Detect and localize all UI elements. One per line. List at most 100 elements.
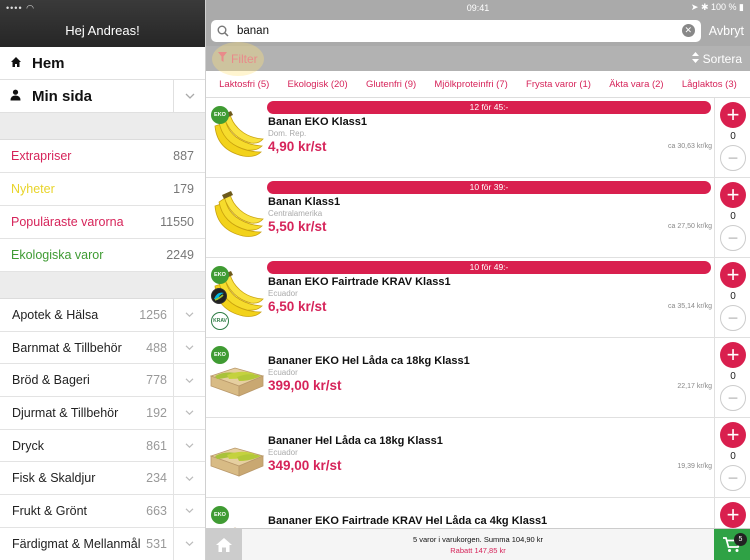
remove-from-cart-button[interactable]: − xyxy=(720,145,746,171)
promo-label: Extrapriser xyxy=(11,149,72,163)
sort-label: Sortera xyxy=(702,51,742,66)
promo-item[interactable]: Extrapriser 887 xyxy=(0,140,205,173)
home-icon xyxy=(10,56,28,71)
quantity-value: 0 xyxy=(730,451,736,462)
nav-home[interactable]: Hem xyxy=(0,47,205,80)
home-icon xyxy=(216,537,232,552)
filter-button[interactable]: Filter xyxy=(212,41,264,76)
search-bar: banan ✕ Avbryt xyxy=(206,15,750,46)
deal-banner: 10 för 39:- xyxy=(267,181,711,194)
quantity-stepper: +0 − xyxy=(714,258,750,337)
filter-chips: Laktosfri (5) Ekologisk (20) Glutenfri (9)… xyxy=(206,71,750,98)
promo-label: Nyheter xyxy=(11,182,55,196)
category-item[interactable]: Apotek & Hälsa 1256 xyxy=(0,299,205,332)
search-input[interactable]: banan ✕ xyxy=(211,19,701,42)
filter-chip[interactable]: Mjölkproteinfri (7) xyxy=(434,79,507,90)
filter-bar: Filter Sortera xyxy=(206,41,750,76)
battery-icon: ▮ xyxy=(739,2,744,12)
category-item[interactable]: Fisk & Skaldjur 234 xyxy=(0,462,205,496)
cancel-button[interactable]: Avbryt xyxy=(709,24,744,38)
chevron-down-icon[interactable] xyxy=(173,495,205,527)
remove-from-cart-button[interactable]: − xyxy=(720,305,746,331)
chevron-down-icon[interactable] xyxy=(173,364,205,397)
deal-banner: 12 för 45:- xyxy=(267,101,711,114)
add-to-cart-button[interactable]: + xyxy=(720,182,746,208)
chevron-down-icon[interactable] xyxy=(173,462,205,495)
product-compare-price: 22,17 kr/kg xyxy=(677,383,712,390)
promo-list: Extrapriser 887 Nyheter 179 Populäraste varo… xyxy=(0,140,205,272)
signal-icon: •••• ◠ xyxy=(6,3,35,13)
search-value: banan xyxy=(237,24,269,37)
filter-chip[interactable]: Glutenfri (9) xyxy=(366,79,416,90)
add-to-cart-button[interactable]: + xyxy=(720,422,746,448)
product-origin: Centralamerika xyxy=(268,209,323,218)
category-count: 663 xyxy=(146,503,167,518)
quantity-value: 0 xyxy=(730,211,736,222)
eko-badge-icon: EKO xyxy=(211,266,229,284)
location-icon: ➤ xyxy=(690,2,699,12)
add-to-cart-button[interactable]: + xyxy=(720,102,746,128)
product-image xyxy=(209,426,265,482)
home-button[interactable] xyxy=(206,528,242,560)
product-origin: Dom. Rep. xyxy=(268,129,307,138)
add-to-cart-button[interactable]: + xyxy=(720,342,746,368)
product-name: Bananer EKO Hel Låda ca 18kg Klass1 xyxy=(268,355,470,367)
user-icon xyxy=(10,89,28,104)
product-row[interactable]: 12 för 45:- EKO Banan EKO Klass1 Dom. Rep. 4… xyxy=(206,98,750,178)
deal-banner: 10 för 49:- xyxy=(267,261,711,274)
main-panel: 09:41 ➤ ✱ 100 % ▮ banan ✕ Avbryt Filter xyxy=(206,0,750,560)
product-origin: Ecuador xyxy=(268,368,298,377)
add-to-cart-button[interactable]: + xyxy=(720,262,746,288)
product-compare-price: ca 35,14 kr/kg xyxy=(668,303,712,310)
filter-chip[interactable]: Låglaktos (3) xyxy=(682,79,737,90)
product-price: 4,90 kr/st xyxy=(268,139,327,154)
add-to-cart-button[interactable]: + xyxy=(720,502,746,528)
nav-my-page[interactable]: Min sida xyxy=(0,80,205,113)
filter-chip[interactable]: Äkta vara (2) xyxy=(609,79,663,90)
sort-button[interactable]: Sortera xyxy=(691,51,742,66)
product-row[interactable]: EKO Bananer EKO Hel Låda ca 18kg Klass1 Ec… xyxy=(206,338,750,418)
bottom-bar: 5 varor i varukorgen. Summa 104,90 kr Ra… xyxy=(206,528,750,560)
product-row[interactable]: EKO Bananer EKO Fairtrade KRAV Hel Låda c… xyxy=(206,498,750,528)
product-row[interactable]: Bananer Hel Låda ca 18kg Klass1 Ecuador 34… xyxy=(206,418,750,498)
category-item[interactable]: Dryck 861 xyxy=(0,429,205,463)
sidebar: •••• ◠ Hej Andreas! Hem Min sida Extrapr… xyxy=(0,0,206,560)
category-item[interactable]: Barnmat & Tillbehör 488 xyxy=(0,331,205,365)
chevron-down-icon[interactable] xyxy=(173,331,205,364)
cart-button[interactable]: 5 xyxy=(714,528,750,560)
quantity-value: 0 xyxy=(730,371,736,382)
chevron-down-icon[interactable] xyxy=(173,527,205,560)
product-price: 399,00 kr/st xyxy=(268,378,342,393)
category-item[interactable]: Färdigmat & Mellanmål 531 xyxy=(0,527,205,560)
filter-chip[interactable]: Laktosfri (5) xyxy=(219,79,269,90)
product-name: Banan EKO Klass1 xyxy=(268,116,368,128)
krav-badge-icon: KRAV xyxy=(211,312,229,330)
product-name: Bananer Hel Låda ca 18kg Klass1 xyxy=(268,435,443,447)
clear-search-icon[interactable]: ✕ xyxy=(681,24,695,37)
chevron-down-icon[interactable] xyxy=(173,299,205,331)
product-row[interactable]: 10 för 39:- Banan Klass1 Centralamerika 5,5… xyxy=(206,178,750,258)
category-item[interactable]: Bröd & Bageri 778 xyxy=(0,364,205,398)
filter-label: Filter xyxy=(231,51,258,66)
quantity-stepper: +− xyxy=(714,498,750,528)
chevron-down-icon[interactable] xyxy=(173,429,205,462)
bluetooth-icon: ✱ xyxy=(700,2,709,12)
category-item[interactable]: Djurmat & Tillbehör 192 xyxy=(0,397,205,430)
category-label: Bröd & Bageri xyxy=(12,373,90,388)
nav-home-label: Hem xyxy=(32,54,65,72)
category-item[interactable]: Frukt & Grönt 663 xyxy=(0,495,205,528)
promo-item[interactable]: Ekologiska varor 2249 xyxy=(0,239,205,272)
filter-chip[interactable]: Ekologisk (20) xyxy=(288,79,348,90)
category-count: 861 xyxy=(146,438,167,453)
nav-my-page-label: Min sida xyxy=(32,87,93,105)
filter-chip[interactable]: Frysta varor (1) xyxy=(526,79,591,90)
remove-from-cart-button[interactable]: − xyxy=(720,225,746,251)
promo-item[interactable]: Populäraste varorna 11550 xyxy=(0,206,205,239)
chevron-down-icon[interactable] xyxy=(173,397,205,429)
remove-from-cart-button[interactable]: − xyxy=(720,385,746,411)
sidebar-spacer xyxy=(0,272,205,299)
chevron-down-icon[interactable] xyxy=(173,80,205,112)
remove-from-cart-button[interactable]: − xyxy=(720,465,746,491)
promo-item[interactable]: Nyheter 179 xyxy=(0,173,205,206)
product-row[interactable]: 10 för 49:- EKO KRAV Banan EKO Fairtrade KR… xyxy=(206,258,750,338)
